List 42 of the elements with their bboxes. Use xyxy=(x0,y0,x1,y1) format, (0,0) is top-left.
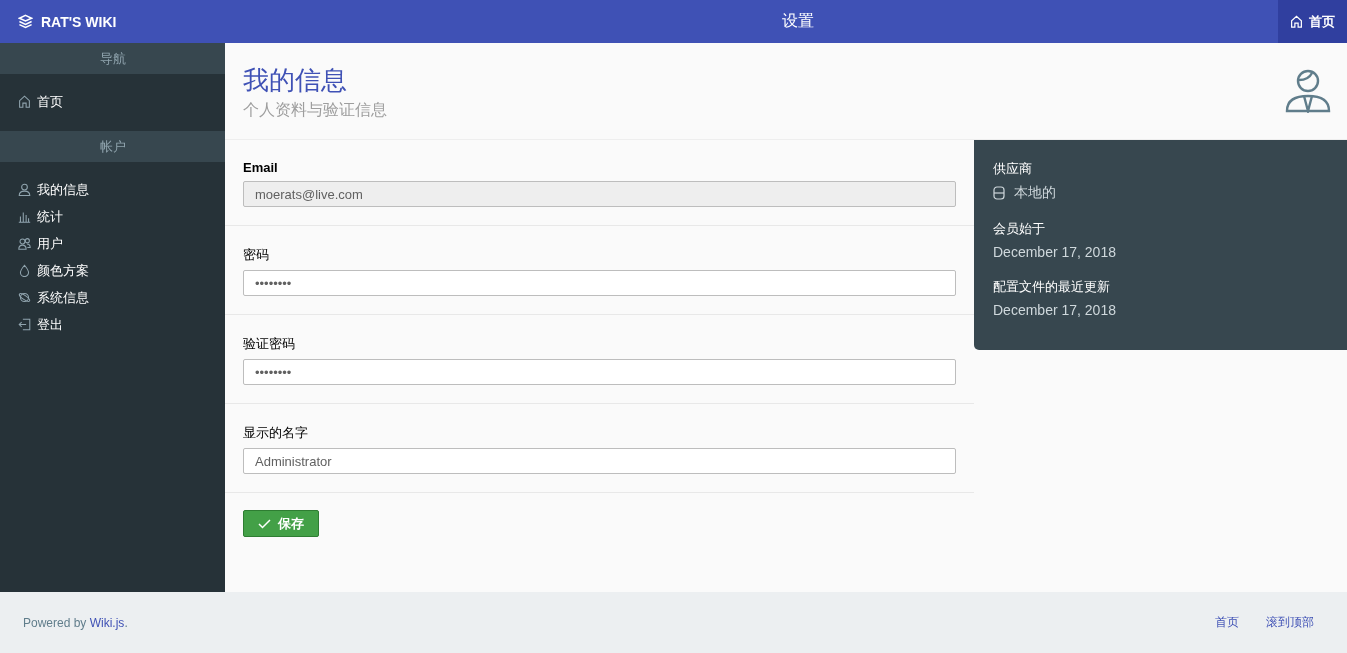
bar-chart-icon xyxy=(18,210,31,223)
page-subtitle: 个人资料与验证信息 xyxy=(243,100,387,120)
input-field[interactable]: •••••••• xyxy=(243,359,956,385)
page-title: 设置 xyxy=(782,11,814,31)
field-label: 验证密码 xyxy=(243,335,296,353)
info-label: 供应商 xyxy=(993,160,1033,178)
layers-icon xyxy=(18,14,33,29)
input-field[interactable]: •••••••• xyxy=(243,270,956,296)
field-label: 密码 xyxy=(243,246,270,264)
page-heading: 我的信息 xyxy=(243,64,348,97)
sidebar-item[interactable]: 统计 xyxy=(0,203,225,230)
powered-by-text: Powered by Wiki.js. xyxy=(23,615,128,630)
user-avatar-icon xyxy=(1285,67,1331,113)
users-icon xyxy=(18,237,31,250)
home-button[interactable]: 首页 xyxy=(1278,0,1347,43)
info-value: 本地的 xyxy=(1014,184,1056,202)
sidebar-item[interactable]: 用户 xyxy=(0,230,225,257)
home-icon xyxy=(1290,15,1303,28)
field-label: 显示的名字 xyxy=(243,424,309,442)
footer-link[interactable]: 首页 xyxy=(1215,614,1239,631)
sidebar-item[interactable]: 我的信息 xyxy=(0,176,225,203)
user-icon xyxy=(18,183,31,196)
brand-name[interactable]: RAT'S WIKI xyxy=(41,13,117,30)
sidebar-heading: 导航 xyxy=(0,43,225,74)
info-value: December 17, 2018 xyxy=(993,244,1117,260)
database-icon xyxy=(993,186,1005,200)
sidebar-item[interactable]: 首页 xyxy=(0,88,225,115)
sidebar-heading: 帐户 xyxy=(0,131,225,162)
sidebar-item[interactable]: 登出 xyxy=(0,311,225,338)
info-label: 会员始于 xyxy=(993,220,1046,238)
sidebar-item[interactable]: 系统信息 xyxy=(0,284,225,311)
home-icon xyxy=(18,95,31,108)
info-value: December 17, 2018 xyxy=(993,302,1117,318)
info-label: 配置文件的最近更新 xyxy=(993,278,1111,296)
field-label: Email xyxy=(243,160,279,175)
input-field[interactable]: Administrator xyxy=(243,448,956,474)
planet-icon xyxy=(18,291,31,304)
footer-link[interactable]: 滚到顶部 xyxy=(1266,614,1314,631)
check-icon xyxy=(258,518,271,529)
sidebar-item[interactable]: 颜色方案 xyxy=(0,257,225,284)
logout-icon xyxy=(18,318,31,331)
drop-icon xyxy=(18,264,31,277)
